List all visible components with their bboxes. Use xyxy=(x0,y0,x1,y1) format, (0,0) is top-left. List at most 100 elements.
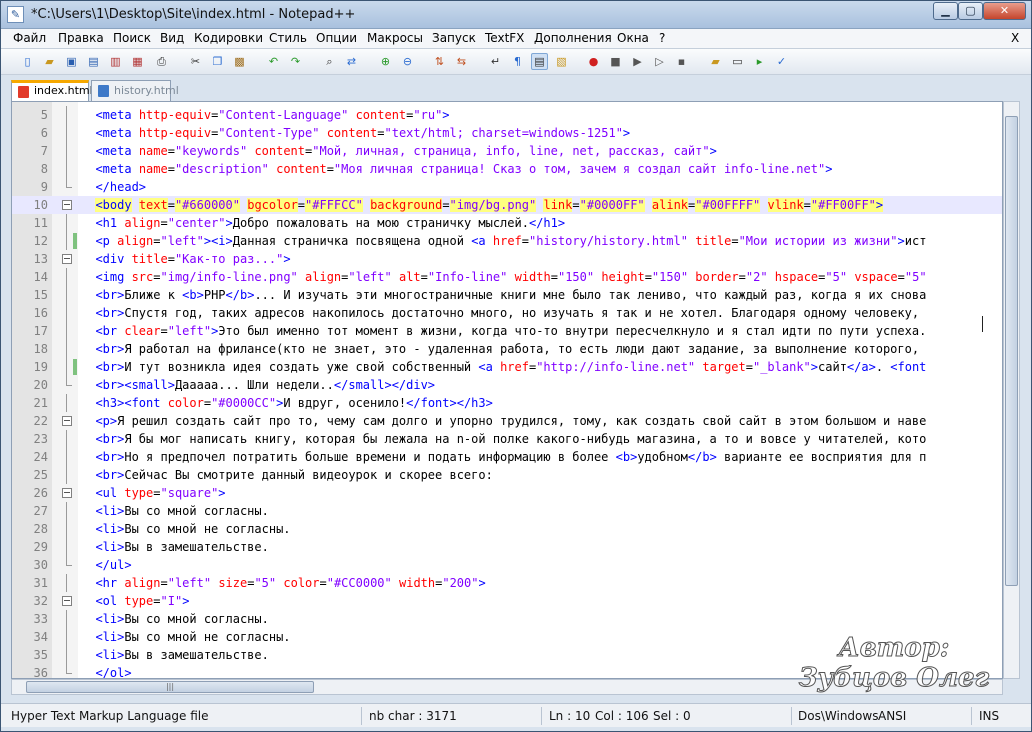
code-line[interactable]: 25 <br>Сейчас Вы смотрите данный видеоур… xyxy=(12,466,1002,484)
run-icon[interactable]: ▸ xyxy=(751,53,768,70)
close-icon[interactable]: ▥ xyxy=(107,53,124,70)
menu-encoding[interactable]: Кодировки xyxy=(194,31,263,45)
code-token: = xyxy=(326,162,334,176)
vertical-scrollbar[interactable] xyxy=(1003,101,1020,679)
show-all-chars-icon[interactable]: ¶ xyxy=(509,53,526,70)
code-line[interactable]: 22 <p>Я решил создать сайт про то, чему … xyxy=(12,412,1002,430)
status-encoding[interactable]: ANSI xyxy=(878,709,906,723)
folder-icon[interactable]: ▰ xyxy=(707,53,724,70)
find-icon[interactable]: ⌕ xyxy=(321,53,338,70)
code-line[interactable]: 17 <br clear="left">Это был именно тот м… xyxy=(12,322,1002,340)
code-line[interactable]: 31 <hr align="left" size="5" color="#CC0… xyxy=(12,574,1002,592)
code-text: <h3><font color="#0000CC">И вдруг, осени… xyxy=(81,394,1002,412)
minimize-button[interactable]: ▁ xyxy=(933,2,958,20)
menu-help[interactable]: ? xyxy=(659,31,665,45)
cut-icon[interactable]: ✂ xyxy=(187,53,204,70)
code-line[interactable]: 18 <br>Я работал на фрилансе(кто не знае… xyxy=(12,340,1002,358)
code-editor[interactable]: 5 <meta http-equiv="Content-Language" co… xyxy=(11,101,1003,679)
redo-icon[interactable]: ↷ xyxy=(287,53,304,70)
code-line[interactable]: 30 </ul> xyxy=(12,556,1002,574)
code-line[interactable]: 13 <div title="Как-то раз..."> xyxy=(12,250,1002,268)
fold-toggle-icon[interactable] xyxy=(62,596,72,606)
undo-icon[interactable]: ↶ xyxy=(265,53,282,70)
code-line[interactable]: 5 <meta http-equiv="Content-Language" co… xyxy=(12,106,1002,124)
zoom-in-icon[interactable]: ⊕ xyxy=(377,53,394,70)
code-line[interactable]: 8 <meta name="description" content="Моя … xyxy=(12,160,1002,178)
horizontal-scroll-thumb[interactable]: ||| xyxy=(26,681,314,693)
open-file-icon[interactable]: ▰ xyxy=(41,53,58,70)
fold-toggle-icon[interactable] xyxy=(62,488,72,498)
replace-icon[interactable]: ⇄ xyxy=(343,53,360,70)
tab-history-html[interactable]: history.html xyxy=(91,80,179,101)
code-line[interactable]: 10 <body text="#660000" bgcolor="#FFFCC"… xyxy=(12,196,1002,214)
code-line[interactable]: 19 <br>И тут возникла идея создать уже с… xyxy=(12,358,1002,376)
close-all-icon[interactable]: ▦ xyxy=(129,53,146,70)
menu-search[interactable]: Поиск xyxy=(113,31,151,45)
menu-windows[interactable]: Окна xyxy=(617,31,649,45)
code-text: <meta http-equiv="Content-Type" content=… xyxy=(81,124,1002,142)
console-icon[interactable]: ▭ xyxy=(729,53,746,70)
code-line[interactable]: 29 <li>Вы в замешательстве. xyxy=(12,538,1002,556)
code-line[interactable]: 33 <li>Вы со мной согласны. xyxy=(12,610,1002,628)
notepadpp-icon[interactable]: ✎ xyxy=(7,6,24,23)
save-all-icon[interactable]: ▤ xyxy=(85,53,102,70)
code-line[interactable]: 26 <ul type="square"> xyxy=(12,484,1002,502)
sync-v-icon[interactable]: ⇅ xyxy=(431,53,448,70)
code-line[interactable]: 20 <br><small>Дааааа... Шли недели..</sm… xyxy=(12,376,1002,394)
print-icon[interactable]: ⎙ xyxy=(153,53,170,70)
menu-edit[interactable]: Правка xyxy=(58,31,104,45)
wrap-icon[interactable]: ↵ xyxy=(487,53,504,70)
menu-file[interactable]: Файл xyxy=(13,31,46,45)
indent-guide-icon[interactable]: ▤ xyxy=(531,53,548,70)
code-line[interactable]: 32 <ol type="I"> xyxy=(12,592,1002,610)
code-line[interactable]: 14 <img src="img/info-line.png" align="l… xyxy=(12,268,1002,286)
code-line[interactable]: 7 <meta name="keywords" content="Мой, ли… xyxy=(12,142,1002,160)
menu-macros[interactable]: Макросы xyxy=(367,31,423,45)
code-line[interactable]: 24 <br>Но я предпочел потратить больше в… xyxy=(12,448,1002,466)
copy-icon[interactable]: ❐ xyxy=(209,53,226,70)
code-line[interactable]: 12 <p align="left"><i>Данная страничка п… xyxy=(12,232,1002,250)
code-line[interactable]: 15 <br>Ближе к <b>PHP</b>... И изучать э… xyxy=(12,286,1002,304)
close-window-button[interactable]: ✕ xyxy=(983,2,1026,20)
fold-toggle-icon[interactable] xyxy=(62,416,72,426)
tab-index-html[interactable]: index.html xyxy=(11,80,93,101)
vertical-scroll-thumb[interactable] xyxy=(1005,116,1018,586)
close-document-button[interactable]: X xyxy=(1011,31,1019,45)
code-line[interactable]: 21 <h3><font color="#0000CC">И вдруг, ос… xyxy=(12,394,1002,412)
spellcheck-icon[interactable]: ✓ xyxy=(773,53,790,70)
save-macro-icon[interactable]: ▪ xyxy=(673,53,690,70)
code-line[interactable]: 11 <h1 align="center">Добро пожаловать н… xyxy=(12,214,1002,232)
play-multiple-icon[interactable]: ▷ xyxy=(651,53,668,70)
title-bar[interactable]: ✎ *C:\Users\1\Desktop\Site\index.html - … xyxy=(1,1,1031,29)
menu-style[interactable]: Стиль xyxy=(269,31,307,45)
fold-toggle-icon[interactable] xyxy=(62,254,72,264)
code-line[interactable]: 16 <br>Спустя год, таких адресов накопил… xyxy=(12,304,1002,322)
status-eol[interactable]: Dos\Windows xyxy=(798,709,878,723)
code-line[interactable]: 9 </head> xyxy=(12,178,1002,196)
code-token: <p xyxy=(95,234,118,248)
fold-line-icon xyxy=(66,556,72,566)
menu-textfx[interactable]: TextFX xyxy=(485,31,524,45)
sync-h-icon[interactable]: ⇆ xyxy=(453,53,470,70)
record-macro-icon[interactable]: ● xyxy=(585,53,602,70)
menu-run[interactable]: Запуск xyxy=(432,31,476,45)
code-token: <div xyxy=(95,252,132,266)
menu-view[interactable]: Вид xyxy=(160,31,184,45)
stop-record-icon[interactable]: ■ xyxy=(607,53,624,70)
code-line[interactable]: 6 <meta http-equiv = "Content-Type" conten… xyxy=(12,124,1002,142)
menu-options[interactable]: Опции xyxy=(316,31,357,45)
menu-plugins[interactable]: Дополнения xyxy=(534,31,612,45)
paste-icon[interactable]: ▩ xyxy=(231,53,248,70)
zoom-out-icon[interactable]: ⊖ xyxy=(399,53,416,70)
user-lang-icon[interactable]: ▧ xyxy=(553,53,570,70)
maximize-button[interactable]: ▢ xyxy=(958,2,983,20)
code-line[interactable]: 23 <br>Я бы мог написать книгу, которая … xyxy=(12,430,1002,448)
fold-toggle-icon[interactable] xyxy=(62,200,72,210)
status-insert-mode[interactable]: INS xyxy=(979,709,999,723)
new-file-icon[interactable]: ▯ xyxy=(19,53,36,70)
save-icon[interactable]: ▣ xyxy=(63,53,80,70)
code-line[interactable]: 27 <li>Вы со мной согласны. xyxy=(12,502,1002,520)
code-line[interactable]: 28 <li>Вы со мной не согласны. xyxy=(12,520,1002,538)
play-macro-icon[interactable]: ▶ xyxy=(629,53,646,70)
